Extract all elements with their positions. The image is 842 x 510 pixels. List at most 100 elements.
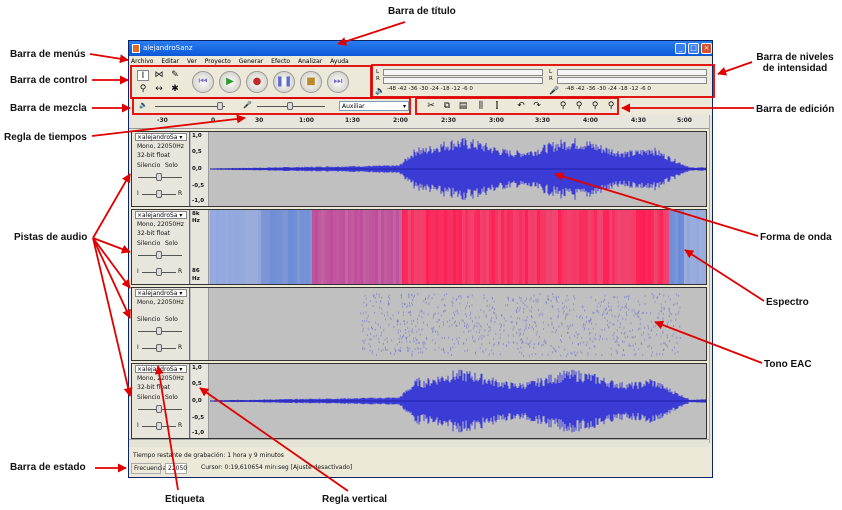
frequency-value[interactable]: 22050 xyxy=(165,463,187,474)
label-forma-onda: Forma de onda xyxy=(760,232,832,243)
pitch-dot xyxy=(606,313,608,315)
undo-icon[interactable]: ↶ xyxy=(515,101,527,112)
pitch-display[interactable] xyxy=(210,288,706,360)
gain-knob[interactable] xyxy=(156,405,162,413)
close-track-icon[interactable]: × xyxy=(137,212,142,219)
spectrum-column xyxy=(408,210,411,284)
pitch-dot xyxy=(423,321,424,324)
pan-knob[interactable] xyxy=(156,268,162,276)
play-button[interactable]: ▶ xyxy=(219,71,241,93)
menu-ayuda[interactable]: Ayuda xyxy=(330,58,349,65)
multi-tool-icon[interactable]: ✱ xyxy=(169,84,181,95)
gain-knob[interactable] xyxy=(156,173,162,181)
close-track-icon[interactable]: × xyxy=(137,134,142,141)
fit-project-icon[interactable]: ⚲ xyxy=(605,101,617,112)
pause-button[interactable]: ❚❚ xyxy=(273,71,295,93)
silence-icon[interactable]: ⫿ xyxy=(491,101,503,112)
pitch-dot xyxy=(389,351,391,354)
pitch-dot xyxy=(561,334,563,337)
pan-knob[interactable] xyxy=(156,190,162,198)
track-name-label[interactable]: × alejandroSa ▾ xyxy=(135,133,187,141)
pan-knob[interactable] xyxy=(156,344,162,352)
pitch-dot xyxy=(573,351,575,354)
cut-icon[interactable]: ✂ xyxy=(425,101,437,112)
fit-selection-icon[interactable]: ⚲ xyxy=(589,101,601,112)
output-volume-slider[interactable] xyxy=(155,106,225,107)
zoom-out-icon[interactable]: ⚲ xyxy=(573,101,585,112)
audio-track-pitch-eac[interactable]: × alejandroSa ▾ Mono, 22050Hz Silencio So… xyxy=(131,287,707,361)
gain-knob[interactable] xyxy=(156,327,162,335)
audio-track-waveform[interactable]: × alejandroSa ▾ Mono, 22050Hz 32-bit floa… xyxy=(131,131,707,207)
solo-button[interactable]: Solo xyxy=(165,240,178,247)
mute-button[interactable]: Silencio xyxy=(137,162,160,169)
maximize-button[interactable]: □ xyxy=(688,43,699,54)
minimize-button[interactable]: _ xyxy=(675,43,686,54)
pitch-dot xyxy=(606,319,608,322)
menu-archivo[interactable]: Archivo xyxy=(131,58,153,65)
pitch-dot xyxy=(530,310,532,313)
trim-icon[interactable]: ⫼ xyxy=(475,101,487,112)
label-regla-vertical: Regla vertical xyxy=(322,494,388,505)
mute-button[interactable]: Silencio xyxy=(137,316,160,323)
menu-proyecto[interactable]: Proyecto xyxy=(205,58,231,65)
track-name-label[interactable]: × alejandroSa ▾ xyxy=(135,289,187,297)
menu-ver[interactable]: Ver xyxy=(187,58,197,65)
menu-generar[interactable]: Generar xyxy=(239,58,263,65)
output-volume-knob[interactable] xyxy=(217,102,223,110)
record-button[interactable]: ● xyxy=(246,71,268,93)
track-name-label[interactable]: × alejandroSa ▾ xyxy=(135,211,187,219)
microphone-icon[interactable]: 🎤 xyxy=(549,86,559,95)
pan-knob[interactable] xyxy=(156,422,162,430)
horizontal-scrollbar[interactable] xyxy=(129,439,709,447)
waveform-display[interactable] xyxy=(210,132,706,206)
waveform-display[interactable] xyxy=(210,364,706,438)
pitch-dot xyxy=(417,321,419,324)
pitch-dot xyxy=(523,308,525,310)
audio-track-spectrum[interactable]: × alejandroSa ▾ Mono, 22050Hz 32-bit floa… xyxy=(131,209,707,285)
solo-button[interactable]: Solo xyxy=(165,162,178,169)
close-track-icon[interactable]: × xyxy=(137,290,142,297)
gain-knob[interactable] xyxy=(156,251,162,259)
pitch-dot xyxy=(598,311,600,314)
copy-icon[interactable]: ⧉ xyxy=(441,101,453,112)
spectrum-column xyxy=(705,210,706,284)
pitch-dot xyxy=(567,313,569,316)
skip-end-button[interactable]: ⏭ xyxy=(327,71,349,93)
pitch-dot xyxy=(538,314,540,317)
zoom-in-icon[interactable]: ⚲ xyxy=(557,101,569,112)
selection-tool-icon[interactable]: I xyxy=(137,70,149,81)
spectrogram-display[interactable] xyxy=(210,210,706,284)
mute-button[interactable]: Silencio xyxy=(137,394,160,401)
solo-button[interactable]: Solo xyxy=(165,316,178,323)
timeline-ruler[interactable]: -30 0 30 1:00 1:30 2:00 2:30 3:00 3:30 4… xyxy=(129,115,709,129)
pitch-dot xyxy=(399,323,401,326)
solo-button[interactable]: Solo xyxy=(165,394,178,401)
pitch-dot xyxy=(475,351,477,354)
vertical-scrollbar[interactable] xyxy=(709,115,712,443)
stop-button[interactable]: ■ xyxy=(300,71,322,93)
input-volume-icon: 🎤 xyxy=(243,101,252,109)
track-name-label[interactable]: × alejandroSa ▾ xyxy=(135,365,187,373)
input-source-select[interactable]: Auxiliar ▾ xyxy=(339,101,409,111)
draw-tool-icon[interactable]: ✎ xyxy=(169,70,181,81)
menu-editar[interactable]: Editar xyxy=(161,58,179,65)
skip-start-button[interactable]: ⏮ xyxy=(192,71,214,93)
mute-button[interactable]: Silencio xyxy=(137,240,160,247)
timeshift-tool-icon[interactable]: ↔ xyxy=(153,84,165,95)
title-bar[interactable]: alejandroSanz _ □ × xyxy=(129,41,712,56)
zoom-tool-icon[interactable]: ⚲ xyxy=(137,84,149,95)
spectrum-column xyxy=(564,210,567,284)
close-button[interactable]: × xyxy=(701,43,712,54)
speaker-icon[interactable]: 🔈 xyxy=(375,86,385,95)
redo-icon[interactable]: ↷ xyxy=(531,101,543,112)
pitch-dot xyxy=(423,299,425,302)
input-volume-knob[interactable] xyxy=(287,102,293,110)
envelope-tool-icon[interactable]: ⋈ xyxy=(153,70,165,81)
close-track-icon[interactable]: × xyxy=(137,366,142,373)
menu-analizar[interactable]: Analizar xyxy=(298,58,322,65)
audio-track-waveform[interactable]: × alejandroSa ▾ Mono, 22050Hz 32-bit floa… xyxy=(131,363,707,439)
pitch-dot xyxy=(456,309,458,312)
menu-efecto[interactable]: Efecto xyxy=(271,58,290,65)
spectrum-column xyxy=(471,210,474,284)
paste-icon[interactable]: ▤ xyxy=(457,101,469,112)
